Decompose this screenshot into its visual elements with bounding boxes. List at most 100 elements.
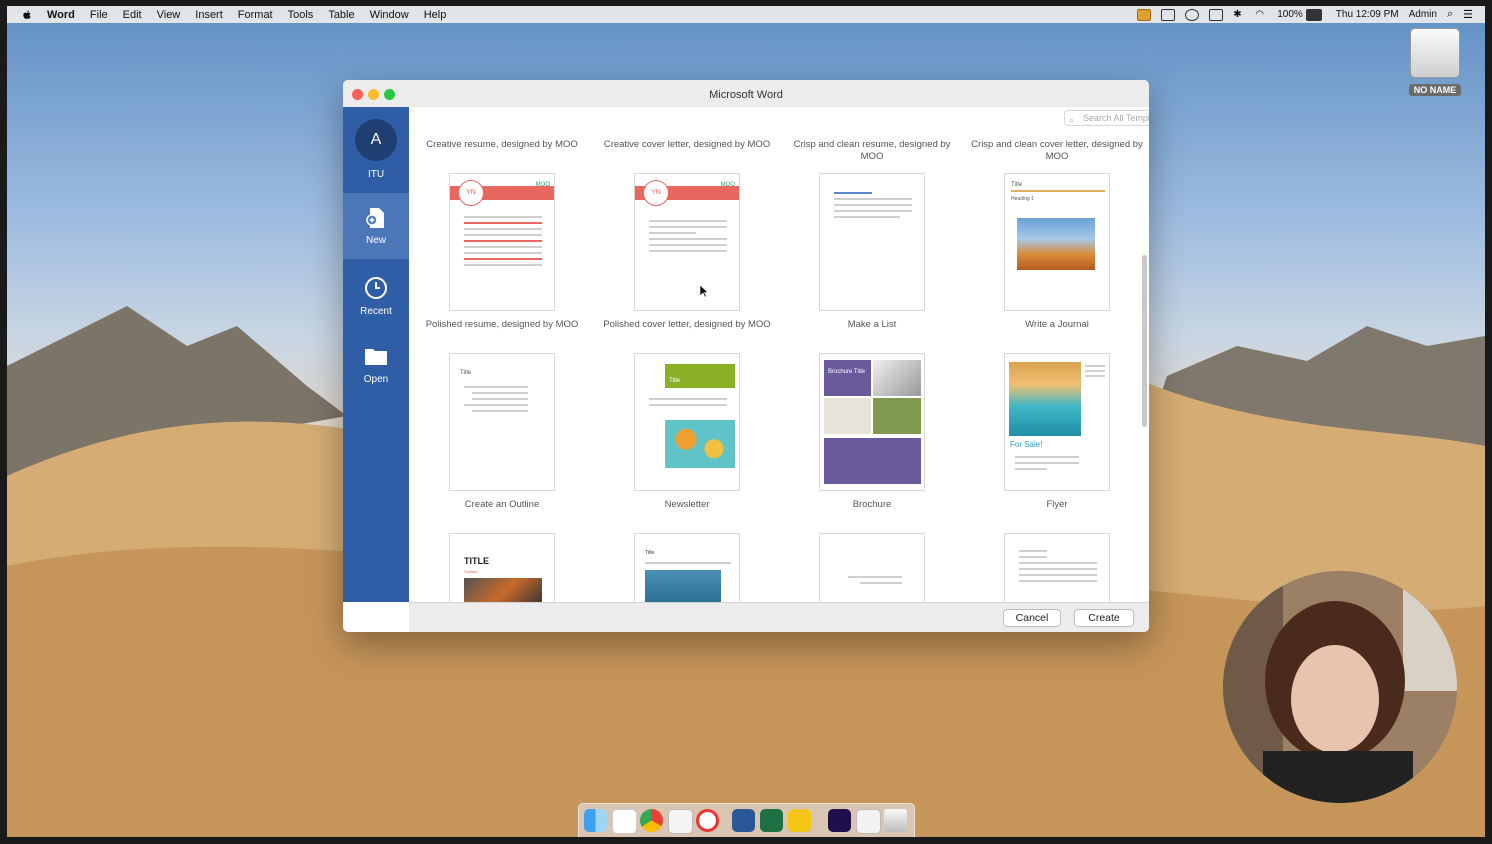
template-blank-letter[interactable] [819, 533, 925, 602]
cancel-button[interactable]: Cancel [1003, 609, 1061, 627]
word-icon[interactable] [732, 809, 755, 832]
sync-icon[interactable] [1185, 8, 1200, 21]
template-brochure[interactable]: Brochure Title [819, 353, 925, 491]
menu-edit[interactable]: Edit [123, 9, 142, 21]
spotlight-icon[interactable]: ⌕ [1447, 8, 1453, 21]
account-item[interactable]: A ITU [343, 119, 409, 180]
excel-icon[interactable] [760, 809, 783, 832]
template-caption[interactable]: Newsletter [597, 499, 777, 511]
blocked-app-icon[interactable] [696, 809, 719, 832]
menu-format[interactable]: Format [238, 9, 273, 21]
template-caption[interactable]: Flyer [967, 499, 1147, 511]
sidebar-item-label: Recent [360, 306, 392, 317]
menu-tools[interactable]: Tools [288, 9, 314, 21]
documents-folder-icon[interactable] [856, 809, 881, 834]
thumb-title: Brochure Title [828, 369, 866, 375]
report-photo [645, 570, 721, 602]
thumb-subtitle: Subtitle [464, 569, 478, 574]
drive-label: NO NAME [1409, 84, 1461, 96]
sidebar-item-open[interactable]: Open [343, 335, 409, 385]
flyer-photo [1009, 362, 1081, 436]
template-create-an-outline[interactable]: Title [449, 353, 555, 491]
sidebar-item-recent[interactable]: Recent [343, 267, 409, 317]
template-caption[interactable]: Write a Journal [967, 319, 1147, 331]
dialog-footer: Cancel Create [409, 602, 1149, 632]
search-input[interactable]: ⌕ Search All Templates [1064, 110, 1149, 126]
textedit-icon[interactable] [668, 809, 693, 834]
template-title-report[interactable]: TITLE Subtitle [449, 533, 555, 602]
monogram: YN [643, 180, 669, 206]
notification-center-icon[interactable]: ☰ [1463, 8, 1473, 21]
bluetooth-icon[interactable]: ✱ [1233, 9, 1245, 20]
mouse-cursor-icon [699, 284, 709, 298]
thumb-heading: Heading 1 [1011, 196, 1034, 202]
wifi-icon[interactable]: ◠ [1255, 9, 1267, 20]
report-photo [464, 578, 542, 602]
template-caption[interactable]: Crisp and clean resume, designed by MOO [782, 139, 962, 163]
template-make-a-list[interactable] [819, 173, 925, 311]
presenter-video [1223, 571, 1457, 803]
thumb-title: Title [669, 378, 681, 384]
app-tray-icon[interactable] [1137, 8, 1152, 21]
avatar: A [355, 119, 397, 161]
dock [578, 803, 915, 837]
chrome-icon[interactable] [640, 809, 663, 832]
thumb-title: TITLE [464, 556, 489, 566]
search-placeholder: Search All Templates [1083, 113, 1149, 123]
sidebar-item-label: New [365, 235, 386, 246]
template-caption[interactable]: Brochure [782, 499, 962, 511]
template-caption[interactable]: Create an Outline [412, 499, 592, 511]
menu-file[interactable]: File [90, 9, 108, 21]
template-write-a-journal[interactable]: Title Heading 1 [1004, 173, 1110, 311]
newsletter-photo [665, 420, 735, 468]
apple-icon[interactable] [21, 9, 33, 21]
template-caption[interactable]: Make a List [782, 319, 962, 331]
template-formal-letter[interactable] [1004, 533, 1110, 602]
template-polished-cover-letter[interactable]: YN MOO [634, 173, 740, 311]
new-document-icon [366, 208, 384, 228]
template-newsletter[interactable]: Title [634, 353, 740, 491]
airplay-icon[interactable] [1209, 8, 1224, 21]
finder-icon[interactable] [584, 809, 607, 832]
webcam-overlay [1223, 571, 1457, 803]
brand-logo: MOO [535, 182, 550, 188]
clock-icon [365, 277, 387, 299]
menu-table[interactable]: Table [328, 9, 354, 21]
battery-percent: 100% [1277, 9, 1303, 20]
template-grid: ⌕ Search All Templates Creative resume, … [409, 107, 1149, 602]
after-effects-icon[interactable] [828, 809, 851, 832]
menu-clock[interactable]: Thu 12:09 PM [1336, 9, 1399, 20]
menu-bar: Word File Edit View Insert Format Tools … [7, 6, 1485, 23]
template-caption[interactable]: Crisp and clean cover letter, designed b… [967, 139, 1147, 163]
account-name: ITU [367, 169, 385, 180]
menu-app-name[interactable]: Word [47, 9, 75, 21]
calendar-icon[interactable] [612, 809, 637, 834]
folder-icon [365, 349, 387, 365]
template-caption[interactable]: Creative resume, designed by MOO [412, 139, 592, 151]
search-icon: ⌕ [1069, 115, 1075, 125]
window-titlebar[interactable]: Microsoft Word [343, 80, 1149, 108]
sidebar-item-label: Open [363, 374, 389, 385]
menu-view[interactable]: View [157, 9, 181, 21]
vertical-scrollbar[interactable] [1142, 255, 1147, 427]
sidebar-item-new[interactable]: New [343, 193, 409, 259]
battery-icon[interactable] [1305, 8, 1322, 21]
desktop-drive[interactable]: NO NAME [1409, 28, 1461, 96]
trash-icon[interactable] [884, 809, 907, 832]
template-polished-resume[interactable]: YN MOO [449, 173, 555, 311]
drive-icon [1410, 28, 1460, 78]
template-caption[interactable]: Polished resume, designed by MOO [412, 319, 592, 331]
thumb-title: Title [1011, 182, 1023, 188]
menu-window[interactable]: Window [370, 9, 409, 21]
template-caption[interactable]: Creative cover letter, designed by MOO [597, 139, 777, 151]
notes-app-icon[interactable] [788, 809, 811, 832]
menu-insert[interactable]: Insert [195, 9, 223, 21]
menu-user[interactable]: Admin [1409, 9, 1437, 20]
display-icon[interactable] [1161, 8, 1176, 21]
template-caption[interactable]: Polished cover letter, designed by MOO [597, 319, 777, 331]
menu-help[interactable]: Help [424, 9, 447, 21]
template-photo-report[interactable]: Title [634, 533, 740, 602]
thumb-title: Title [460, 370, 472, 376]
create-button[interactable]: Create [1074, 609, 1134, 627]
template-flyer[interactable]: For Sale! [1004, 353, 1110, 491]
